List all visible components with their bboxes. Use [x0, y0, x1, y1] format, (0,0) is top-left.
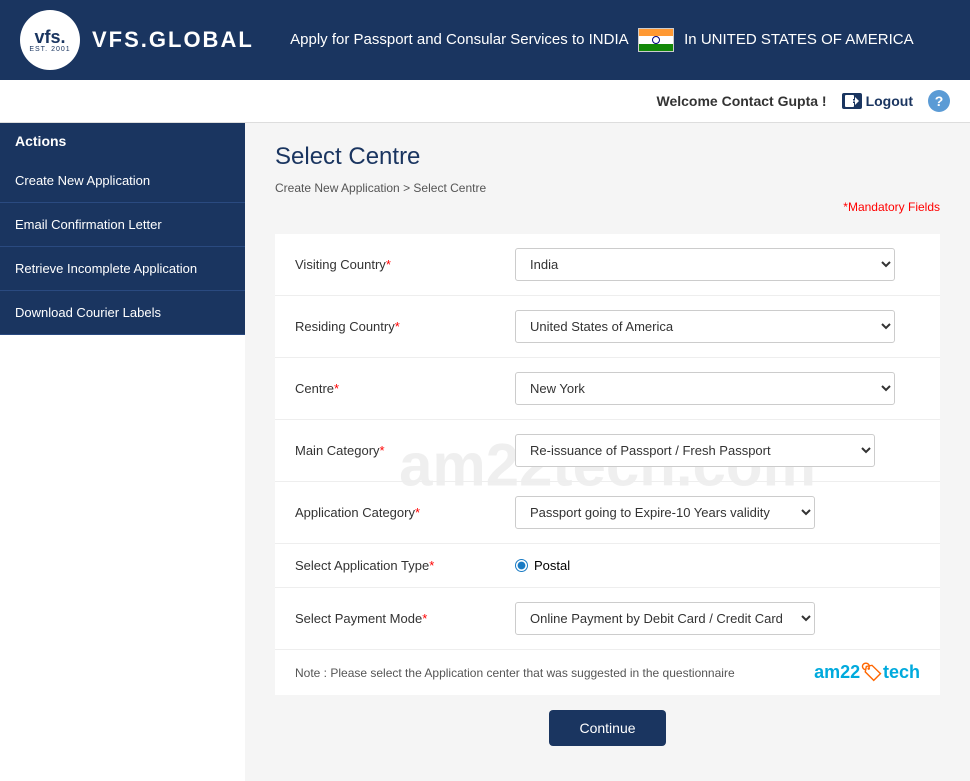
note-row: Note : Please select the Application cen… — [275, 650, 940, 695]
centre-control[interactable]: New York — [515, 372, 895, 405]
logout-icon — [842, 93, 862, 109]
sidebar-item-email-confirmation[interactable]: Email Confirmation Letter — [0, 203, 245, 247]
breadcrumb-current: Select Centre — [413, 181, 486, 195]
welcome-message: Welcome Contact Gupta ! — [656, 93, 826, 109]
residing-country-control[interactable]: United States of America — [515, 310, 895, 343]
breadcrumb: Create New Application > Select Centre — [275, 181, 940, 195]
app-type-control: Postal — [515, 558, 895, 573]
mandatory-note: *Mandatory Fields — [275, 200, 940, 214]
visiting-country-select[interactable]: India — [515, 248, 895, 281]
main-category-select[interactable]: Re-issuance of Passport / Fresh Passport — [515, 434, 875, 467]
visiting-country-row: Visiting Country* India — [275, 234, 940, 296]
app-category-select[interactable]: Passport going to Expire-10 Years validi… — [515, 496, 815, 529]
app-category-control[interactable]: Passport going to Expire-10 Years validi… — [515, 496, 895, 529]
breadcrumb-home[interactable]: Create New Application — [275, 181, 400, 195]
app-category-row: Application Category* Passport going to … — [275, 482, 940, 544]
header-tagline: Apply for Passport and Consular Services… — [254, 28, 950, 52]
main-layout: Actions Create New Application Email Con… — [0, 123, 970, 781]
sidebar: Actions Create New Application Email Con… — [0, 123, 245, 781]
centre-row: Centre* New York — [275, 358, 940, 420]
payment-mode-control[interactable]: Online Payment by Debit Card / Credit Ca… — [515, 602, 895, 635]
user-bar: Welcome Contact Gupta ! Logout ? — [0, 80, 970, 123]
content-area: Select Centre Create New Application > S… — [245, 123, 970, 781]
logo-circle: vfs. EST. 2001 — [20, 10, 80, 70]
app-type-postal-option[interactable]: Postal — [515, 558, 895, 573]
payment-mode-label: Select Payment Mode* — [295, 611, 515, 626]
help-button[interactable]: ? — [928, 90, 950, 112]
logo-est-text: EST. 2001 — [29, 46, 70, 53]
main-category-row: Main Category* Re-issuance of Passport /… — [275, 420, 940, 482]
visiting-country-label: Visiting Country* — [295, 257, 515, 272]
centre-label: Centre* — [295, 381, 515, 396]
note-text: Note : Please select the Application cen… — [295, 666, 735, 680]
sidebar-header: Actions — [0, 123, 245, 159]
payment-mode-select[interactable]: Online Payment by Debit Card / Credit Ca… — [515, 602, 815, 635]
logo-vfs-text: vfs. — [34, 28, 65, 46]
brand-name: VFS.GLOBAL — [92, 27, 254, 53]
visiting-country-control[interactable]: India — [515, 248, 895, 281]
logo-area: vfs. EST. 2001 VFS.GLOBAL — [20, 10, 254, 70]
centre-select[interactable]: New York — [515, 372, 895, 405]
am22-logo: am22🏷tech — [814, 662, 920, 683]
residing-country-label: Residing Country* — [295, 319, 515, 334]
header: vfs. EST. 2001 VFS.GLOBAL Apply for Pass… — [0, 0, 970, 80]
sidebar-item-download-courier[interactable]: Download Courier Labels — [0, 291, 245, 335]
app-type-label: Select Application Type* — [295, 558, 515, 573]
logout-button[interactable]: Logout — [842, 93, 913, 109]
app-type-row: Select Application Type* Postal — [275, 544, 940, 588]
app-category-label: Application Category* — [295, 505, 515, 520]
main-category-label: Main Category* — [295, 443, 515, 458]
page-title: Select Centre — [275, 143, 940, 171]
app-type-postal-radio[interactable] — [515, 559, 528, 572]
app-type-postal-label: Postal — [534, 558, 570, 573]
continue-button[interactable]: Continue — [549, 710, 665, 746]
payment-mode-row: Select Payment Mode* Online Payment by D… — [275, 588, 940, 650]
residing-country-row: Residing Country* United States of Ameri… — [275, 296, 940, 358]
india-flag — [638, 28, 674, 52]
sidebar-item-retrieve-incomplete[interactable]: Retrieve Incomplete Application — [0, 247, 245, 291]
sidebar-item-create-new[interactable]: Create New Application — [0, 159, 245, 203]
form-section: am22tech.com Visiting Country* India Res… — [275, 234, 940, 695]
main-category-control[interactable]: Re-issuance of Passport / Fresh Passport — [515, 434, 895, 467]
residing-country-select[interactable]: United States of America — [515, 310, 895, 343]
